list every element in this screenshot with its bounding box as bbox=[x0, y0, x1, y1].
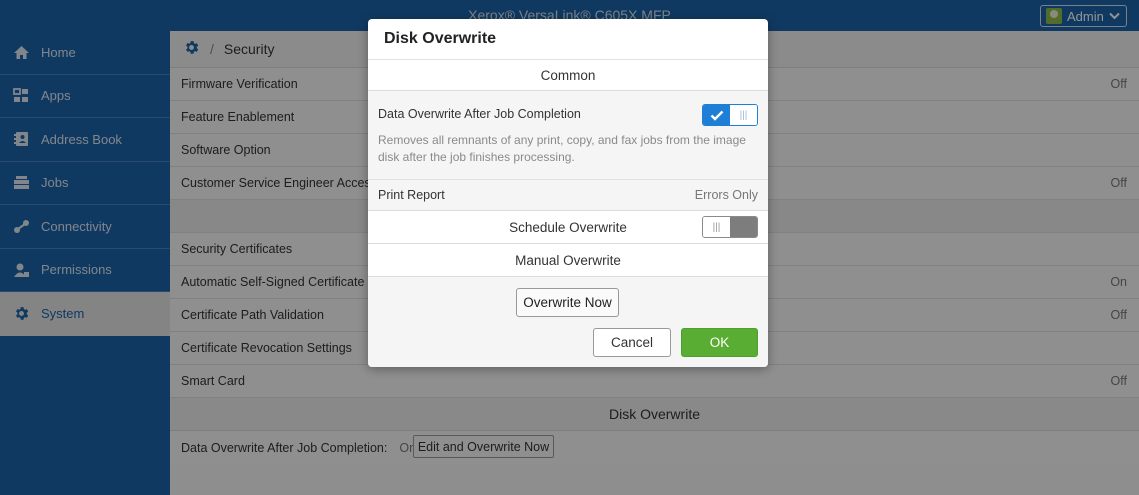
common-section-header: Common bbox=[368, 60, 768, 91]
cancel-button[interactable]: Cancel bbox=[593, 328, 671, 357]
dialog-actions: Overwrite Now Cancel OK bbox=[368, 277, 768, 367]
dialog-title: Disk Overwrite bbox=[368, 19, 768, 60]
schedule-overwrite-toggle[interactable]: ||| bbox=[702, 216, 758, 238]
data-overwrite-toggle[interactable]: ||| bbox=[702, 104, 758, 126]
schedule-overwrite-label: Schedule Overwrite bbox=[509, 219, 627, 235]
ok-button[interactable]: OK bbox=[681, 328, 758, 357]
print-report-value: Errors Only bbox=[694, 188, 758, 202]
print-report-label: Print Report bbox=[378, 188, 445, 202]
toggle-track bbox=[730, 217, 757, 237]
manual-overwrite-header: Manual Overwrite bbox=[368, 244, 768, 277]
disk-overwrite-dialog: Disk Overwrite Common Data Overwrite Aft… bbox=[368, 19, 768, 367]
schedule-overwrite-row: Schedule Overwrite ||| bbox=[368, 211, 768, 244]
toggle-grip-icon: ||| bbox=[730, 105, 757, 125]
checkmark-icon bbox=[703, 105, 730, 125]
print-report-row[interactable]: Print Report Errors Only bbox=[368, 180, 768, 211]
overwrite-now-button[interactable]: Overwrite Now bbox=[516, 288, 619, 317]
toggle-grip-icon: ||| bbox=[703, 217, 730, 237]
data-overwrite-description: Removes all remnants of any print, copy,… bbox=[378, 133, 746, 164]
data-overwrite-label: Data Overwrite After Job Completion bbox=[378, 107, 581, 121]
data-overwrite-option: Data Overwrite After Job Completion ||| … bbox=[368, 91, 768, 180]
